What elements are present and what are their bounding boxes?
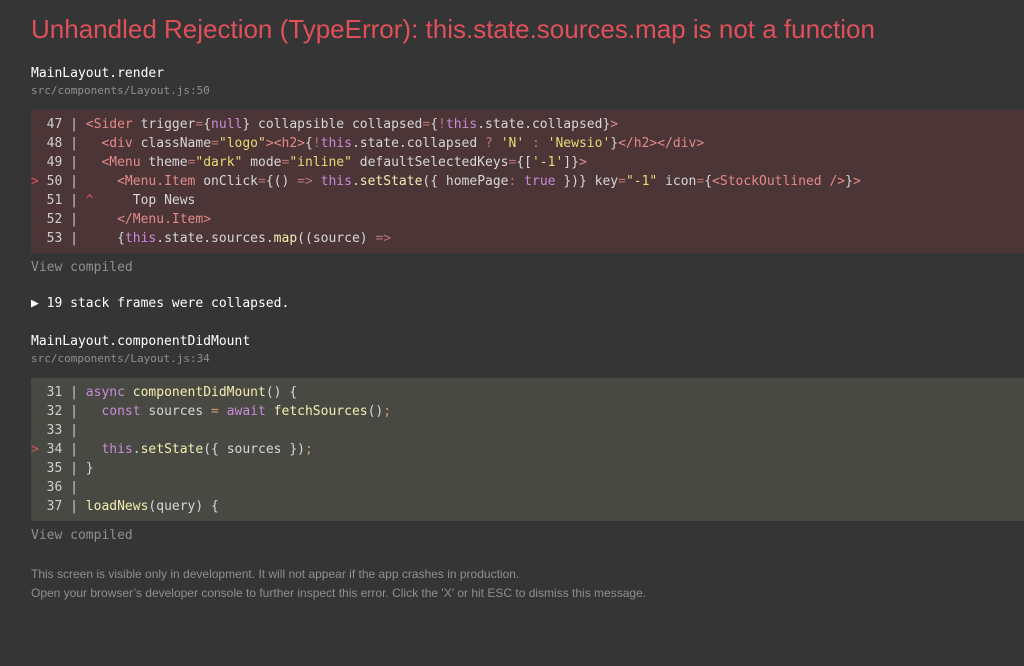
code-text: async componentDidMount() { [85, 385, 298, 400]
code-line: 47 | <Sider trigger={null} collapsible c… [31, 115, 1024, 134]
code-text: const sources = await fetchSources(); [101, 404, 392, 419]
line-number: 37 [46, 499, 63, 514]
line-separator: | [62, 385, 86, 400]
code-snippet: 31 | async componentDidMount() { 32 | co… [31, 378, 1024, 521]
footer-line-1: This screen is visible only in developme… [31, 567, 520, 581]
line-separator: | [62, 193, 86, 208]
code-line: 52 | </Menu.Item> [31, 210, 1024, 229]
line-number: 36 [46, 480, 63, 495]
code-line: 48 | <div className="logo"><h2>{!this.st… [31, 134, 1024, 153]
line-separator: | [62, 231, 86, 246]
stack-frame: MainLayout.render src/components/Layout.… [31, 65, 1024, 277]
code-text: ^ Top News [85, 193, 196, 208]
code-line: 33 | [31, 421, 1024, 440]
line-separator: | [62, 174, 86, 189]
code-line: 37 | loadNews(query) { [31, 497, 1024, 516]
code-line: 53 | {this.state.sources.map((source) => [31, 229, 1024, 248]
code-line: 35 | } [31, 459, 1024, 478]
line-number: 48 [46, 136, 63, 151]
code-line: 49 | <Menu theme="dark" mode="inline" de… [31, 153, 1024, 172]
code-line: 31 | async componentDidMount() { [31, 383, 1024, 402]
stack-frame: MainLayout.componentDidMount src/compone… [31, 333, 1024, 545]
code-text: this.setState({ sources }); [101, 442, 313, 457]
error-line-marker [31, 423, 47, 438]
error-line-marker: > [31, 442, 47, 457]
error-title: Unhandled Rejection (TypeError): this.st… [31, 14, 875, 44]
line-number: 34 [46, 442, 63, 457]
frame-function-name: MainLayout.render [31, 66, 165, 81]
error-line-marker [31, 117, 47, 132]
line-number: 47 [46, 117, 63, 132]
code-text: </Menu.Item> [117, 212, 212, 227]
error-line-marker [31, 461, 47, 476]
code-line: > 50 | <Menu.Item onClick={() => this.se… [31, 172, 1024, 191]
line-separator: | [62, 117, 86, 132]
line-separator: | [62, 499, 86, 514]
error-line-marker [31, 193, 47, 208]
code-text: {this.state.sources.map((source) => [117, 231, 392, 246]
code-line: 51 | ^ Top News [31, 191, 1024, 210]
code-snippet: 47 | <Sider trigger={null} collapsible c… [31, 110, 1024, 253]
line-number: 52 [46, 212, 63, 227]
error-line-marker [31, 480, 47, 495]
line-separator: | [62, 404, 86, 419]
line-separator: | [62, 155, 86, 170]
view-compiled-link[interactable]: View compiled [31, 259, 1024, 277]
code-text: loadNews(query) { [85, 499, 219, 514]
line-separator: | [62, 423, 86, 438]
footer-line-2: Open your browser’s developer console to… [31, 586, 647, 600]
frame-file-path[interactable]: src/components/Layout.js:34 [31, 351, 1024, 366]
line-separator: | [62, 480, 86, 495]
frame-function-name: MainLayout.componentDidMount [31, 334, 251, 349]
line-separator: | [62, 136, 86, 151]
code-text: <Menu theme="dark" mode="inline" default… [101, 155, 587, 170]
collapsed-frames-toggle[interactable]: ▶ 19 stack frames were collapsed. [31, 295, 1024, 313]
code-line: 36 | [31, 478, 1024, 497]
code-text: <Menu.Item onClick={() => this.setState(… [117, 174, 861, 189]
code-text: <Sider trigger={null} collapsible collap… [85, 117, 619, 132]
line-number: 51 [46, 193, 63, 208]
error-line-marker [31, 499, 47, 514]
line-separator: | [62, 442, 86, 457]
error-line-marker: > [31, 174, 47, 189]
error-line-marker [31, 155, 47, 170]
error-line-marker [31, 404, 47, 419]
line-separator: | [62, 212, 86, 227]
error-line-marker [31, 231, 47, 246]
line-number: 50 [46, 174, 63, 189]
line-number: 32 [46, 404, 63, 419]
error-line-marker [31, 212, 47, 227]
error-overlay: Unhandled Rejection (TypeError): this.st… [0, 0, 1024, 666]
footer-notice: This screen is visible only in developme… [31, 565, 1024, 603]
code-text: } [85, 461, 94, 476]
code-line: 32 | const sources = await fetchSources(… [31, 402, 1024, 421]
line-number: 49 [46, 155, 63, 170]
line-number: 33 [46, 423, 63, 438]
code-text: <div className="logo"><h2>{!this.state.c… [101, 136, 705, 151]
line-number: 53 [46, 231, 63, 246]
code-line: > 34 | this.setState({ sources }); [31, 440, 1024, 459]
error-line-marker [31, 385, 47, 400]
view-compiled-link[interactable]: View compiled [31, 527, 1024, 545]
error-line-marker [31, 136, 47, 151]
line-number: 35 [46, 461, 63, 476]
line-separator: | [62, 461, 86, 476]
frame-file-path[interactable]: src/components/Layout.js:50 [31, 83, 1024, 98]
line-number: 31 [46, 385, 63, 400]
